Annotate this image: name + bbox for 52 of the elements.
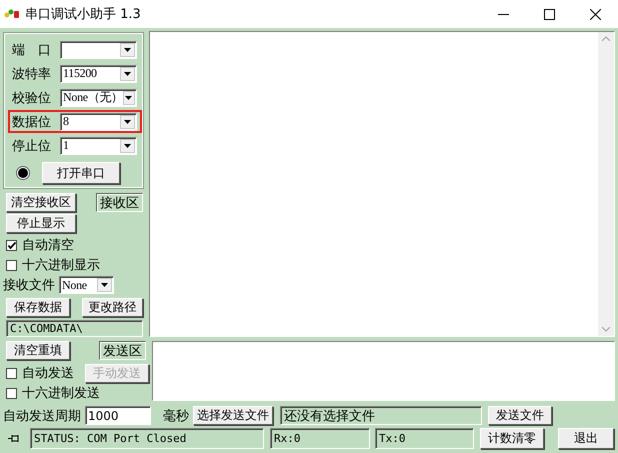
dropdown-field[interactable]: 1 <box>60 136 137 154</box>
field-label: 数据位 <box>12 114 52 130</box>
rx-counter: Rx:0 <box>270 428 370 449</box>
checkbox-label: 十六进制显示 <box>22 257 100 274</box>
dropdown-field[interactable] <box>60 40 137 58</box>
area-label: 接收区 <box>96 193 143 212</box>
area-label: 发送区 <box>99 341 146 360</box>
field-label: 波特率 <box>12 66 52 82</box>
window-title: 串口调试小助手 1.3 <box>25 6 142 23</box>
caret-icon <box>124 120 131 124</box>
pin-icon[interactable] <box>8 434 20 443</box>
dropdown-field[interactable]: 115200 <box>60 64 137 82</box>
stop-display-button[interactable]: 停止显示 <box>6 214 76 233</box>
checkbox-label: 自动发送 <box>22 365 74 382</box>
save-data-button[interactable]: 保存数据 <box>6 298 70 317</box>
unit-label: 毫秒 <box>163 408 189 424</box>
field-label: 校验位 <box>12 90 52 106</box>
caret-icon <box>101 283 108 287</box>
tx-counter: Tx:0 <box>375 428 474 449</box>
checkbox[interactable] <box>6 260 17 270</box>
app-icon <box>4 8 20 20</box>
close-icon[interactable] <box>590 8 600 20</box>
period-input[interactable]: 1000 <box>85 406 151 425</box>
field-label: 停止位 <box>12 138 52 154</box>
checkbox[interactable] <box>6 388 17 398</box>
field-label: 接收文件 <box>3 277 55 294</box>
caret-icon <box>124 144 131 148</box>
checkbox[interactable] <box>6 240 17 250</box>
checkbox-label: 十六进制发送 <box>22 385 100 402</box>
dropdown-field[interactable]: None <box>59 276 114 294</box>
exit-button[interactable]: 退出 <box>558 428 614 449</box>
field-label: 自动发送周期 <box>3 408 81 424</box>
field-label: 端 口 <box>12 42 52 58</box>
dropdown-field[interactable]: None（无） <box>60 88 137 106</box>
open-port-button[interactable]: 打开串口 <box>42 162 120 184</box>
reset-count-button[interactable]: 计数清零 <box>480 428 544 449</box>
caret-icon <box>125 96 132 100</box>
indicator-icon <box>16 166 30 180</box>
dropdown-field[interactable]: 8 <box>60 112 137 130</box>
send-file-button[interactable]: 发送文件 <box>488 406 552 425</box>
status-field: STATUS: COM Port Closed <box>30 428 264 449</box>
caret-icon <box>124 72 131 76</box>
clear-send-button[interactable]: 清空重填 <box>6 341 70 360</box>
checkbox[interactable] <box>6 368 17 378</box>
change-path-button[interactable]: 更改路径 <box>82 298 143 317</box>
caret-icon <box>124 48 131 52</box>
file-status-field: 还没有选择文件 <box>280 406 482 425</box>
checkbox-label: 自动清空 <box>22 237 74 254</box>
path-field: C:\COMDATA\ <box>6 320 143 337</box>
choose-file-button[interactable]: 选择发送文件 <box>193 406 273 425</box>
maximize-icon[interactable] <box>544 8 554 20</box>
clear-receive-button[interactable]: 清空接收区 <box>6 193 76 212</box>
